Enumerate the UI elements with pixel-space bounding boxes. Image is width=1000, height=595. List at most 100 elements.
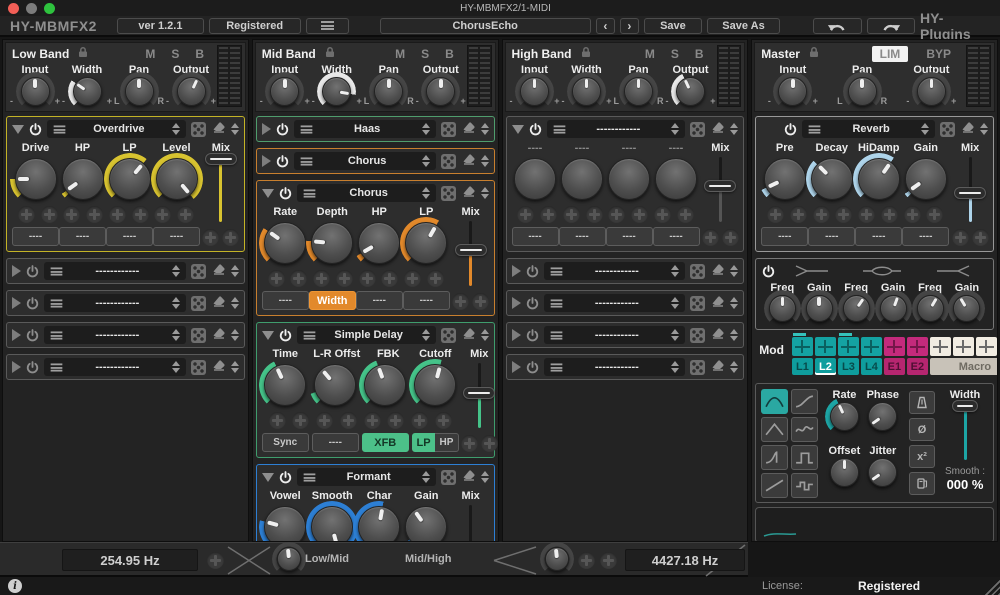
power-icon[interactable]	[26, 329, 39, 342]
mod-assign-plus-icon[interactable]	[578, 552, 595, 569]
lr-offset-knob[interactable]	[313, 363, 357, 407]
move-slot-icon[interactable]	[231, 265, 239, 277]
move-slot-icon[interactable]	[481, 123, 489, 135]
expand-icon[interactable]	[512, 329, 521, 341]
mod-assign-plus-icon[interactable]	[63, 206, 80, 223]
wave-step-random-button[interactable]	[791, 473, 818, 498]
randomize-icon[interactable]	[441, 328, 456, 343]
power-icon[interactable]	[526, 361, 539, 374]
param-option-button[interactable]: ----	[606, 227, 653, 246]
lock-icon[interactable]	[808, 45, 820, 63]
param-option-button[interactable]: ----	[512, 227, 559, 246]
save-as-button[interactable]: Save As	[707, 18, 780, 34]
low-mid-freq-display[interactable]: 254.95 Hz	[62, 549, 198, 571]
collapse-icon[interactable]	[12, 125, 24, 134]
power-icon[interactable]	[279, 329, 292, 342]
eq3-freq-knob[interactable]	[916, 294, 945, 323]
bypass-button[interactable]: BYP	[926, 47, 951, 61]
redo-button[interactable]	[867, 18, 916, 34]
randomize-icon[interactable]	[690, 264, 705, 279]
xfb-button[interactable]: XFB	[362, 433, 409, 452]
clear-icon[interactable]	[461, 326, 476, 344]
mod-assign-plus-icon[interactable]	[517, 206, 534, 223]
mod-assign-plus-icon[interactable]	[313, 270, 330, 287]
tab-l2[interactable]: L2	[815, 358, 836, 375]
low-width-knob[interactable]	[72, 76, 103, 107]
mod-assign-plus-icon[interactable]	[677, 206, 694, 223]
close-window-button[interactable]	[8, 3, 19, 14]
wave-random-smooth-button[interactable]	[791, 417, 818, 442]
lfo2-drag-handle-icon[interactable]	[815, 337, 836, 356]
save-button[interactable]: Save	[644, 18, 702, 34]
mod-assign-plus-icon[interactable]	[452, 293, 469, 310]
param-option-button[interactable]: ----	[653, 227, 700, 246]
move-slot-icon[interactable]	[231, 329, 239, 341]
lfo-width-slider[interactable]	[951, 401, 979, 463]
param-option-button[interactable]: ----	[855, 227, 902, 246]
randomize-icon[interactable]	[690, 328, 705, 343]
expand-icon[interactable]	[262, 155, 271, 167]
param-option-button[interactable]: ----	[808, 227, 855, 246]
sync-button[interactable]: Sync	[262, 433, 309, 452]
randomize-icon[interactable]	[940, 122, 955, 137]
mod-assign-plus-icon[interactable]	[154, 206, 171, 223]
power-icon[interactable]	[526, 297, 539, 310]
mod-assign-plus-icon[interactable]	[86, 206, 103, 223]
mod-assign-plus-icon[interactable]	[631, 206, 648, 223]
move-slot-icon[interactable]	[980, 123, 988, 135]
mod-assign-plus-icon[interactable]	[202, 229, 219, 246]
collapse-icon[interactable]	[262, 473, 274, 482]
fx-selector[interactable]: Overdrive	[47, 120, 186, 138]
clear-icon[interactable]	[710, 262, 725, 280]
hp-knob[interactable]	[357, 221, 401, 265]
expand-icon[interactable]	[512, 297, 521, 309]
macro2-drag-handle-icon[interactable]	[953, 337, 974, 356]
low-pan-knob[interactable]	[124, 76, 155, 107]
wave-ramp-button[interactable]	[761, 473, 788, 498]
hp-knob[interactable]	[61, 157, 105, 201]
mod-assign-plus-icon[interactable]	[359, 270, 376, 287]
fx-selector[interactable]: Chorus	[297, 184, 436, 202]
randomize-icon[interactable]	[441, 154, 456, 169]
master-input-knob[interactable]	[777, 76, 808, 107]
eq3-gain-knob[interactable]	[952, 294, 981, 323]
eq2-gain-knob[interactable]	[879, 294, 908, 323]
solo-button[interactable]: S	[171, 47, 179, 61]
tab-macro[interactable]: Macro	[930, 358, 998, 375]
expand-icon[interactable]	[12, 329, 21, 341]
rate-knob[interactable]	[263, 221, 307, 265]
clear-icon[interactable]	[710, 294, 725, 312]
param-option-button[interactable]: ----	[403, 291, 450, 310]
lfo-offset-knob[interactable]	[829, 457, 860, 488]
randomize-icon[interactable]	[191, 360, 206, 375]
high-input-knob[interactable]	[519, 76, 550, 107]
mod-assign-plus-icon[interactable]	[540, 206, 557, 223]
width-mode-button[interactable]: Width	[309, 291, 356, 310]
mid-high-crossover-knob[interactable]	[544, 546, 570, 572]
mix-slider[interactable]	[953, 154, 987, 225]
bypass-button[interactable]: B	[195, 47, 204, 61]
mod-assign-plus-icon[interactable]	[600, 552, 617, 569]
mod-assign-plus-icon[interactable]	[381, 270, 398, 287]
mod-assign-plus-icon[interactable]	[654, 206, 671, 223]
wave-sine-button[interactable]	[761, 389, 788, 414]
wave-square-button[interactable]	[791, 445, 818, 470]
cutoff-knob[interactable]	[413, 363, 457, 407]
lp-toggle-button[interactable]: LP	[412, 433, 436, 452]
param-option-button[interactable]: ----	[262, 291, 309, 310]
move-slot-icon[interactable]	[481, 471, 489, 483]
minimize-window-button[interactable]	[26, 3, 37, 14]
randomize-icon[interactable]	[191, 328, 206, 343]
prev-preset-button[interactable]: ‹	[596, 18, 615, 34]
high-output-knob[interactable]	[675, 76, 706, 107]
smooth-knob[interactable]	[310, 505, 354, 542]
move-slot-icon[interactable]	[231, 361, 239, 373]
empty-knob[interactable]	[607, 157, 651, 201]
eq2-freq-knob[interactable]	[842, 294, 871, 323]
fx-selector[interactable]: Haas	[294, 120, 436, 138]
move-slot-icon[interactable]	[231, 297, 239, 309]
power-icon[interactable]	[784, 123, 797, 136]
lfo4-drag-handle-icon[interactable]	[861, 337, 882, 356]
fx-selector[interactable]: Chorus	[294, 152, 436, 170]
tab-e2[interactable]: E2	[907, 358, 928, 375]
